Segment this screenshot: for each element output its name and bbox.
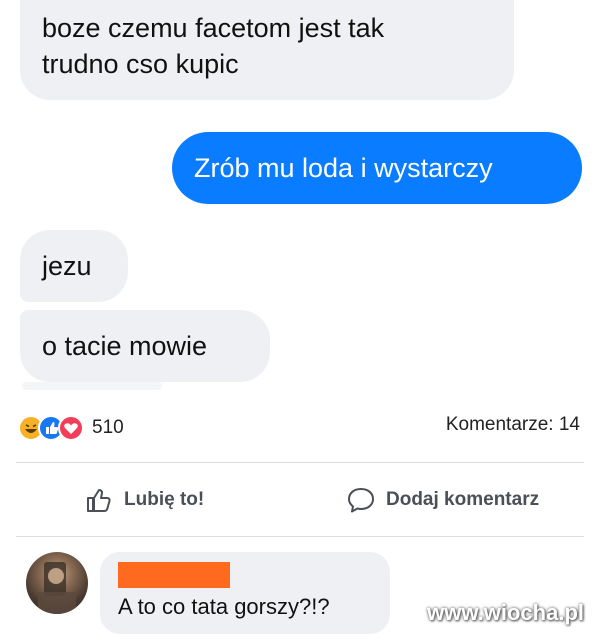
avatar[interactable] bbox=[26, 552, 88, 614]
message-bubble-outgoing: Zrób mu loda i wystarczy bbox=[172, 132, 582, 204]
message-text: jezu bbox=[42, 251, 92, 281]
reaction-count: 510 bbox=[92, 417, 124, 438]
message-text: Zrób mu loda i wystarczy bbox=[194, 153, 493, 183]
message-text-line: boze czemu facetom jest tak bbox=[42, 13, 385, 43]
message-text: o tacie mowie bbox=[42, 331, 208, 361]
reactions-summary[interactable]: 510 bbox=[18, 412, 124, 444]
redacted-username bbox=[118, 562, 230, 588]
love-icon bbox=[58, 415, 84, 441]
message-bubble-incoming: jezu bbox=[20, 230, 128, 302]
message-text-line: trudno cso kupic bbox=[42, 49, 239, 79]
comment-text: A to co tata gorszy?!? bbox=[118, 594, 330, 619]
divider bbox=[16, 536, 584, 537]
add-comment-button[interactable]: Dodaj komentarz bbox=[346, 480, 539, 520]
watermark: www.wiocha.pl bbox=[427, 600, 584, 625]
thumbs-up-icon bbox=[87, 489, 111, 512]
message-bubble-incoming: boze czemu facetom jest tak trudno cso k… bbox=[20, 0, 514, 100]
like-button[interactable]: Lubię to! bbox=[84, 480, 204, 520]
comment-icon bbox=[348, 488, 374, 513]
comments-count-link[interactable]: Komentarze: 14 bbox=[446, 414, 580, 436]
divider bbox=[16, 462, 584, 463]
comment-bubble: A to co tata gorszy?!? bbox=[100, 552, 390, 634]
message-bubble-partial bbox=[22, 382, 162, 390]
message-bubble-incoming: o tacie mowie bbox=[20, 310, 270, 382]
like-button-label: Lubię to! bbox=[124, 489, 205, 510]
add-comment-label: Dodaj komentarz bbox=[386, 489, 540, 510]
